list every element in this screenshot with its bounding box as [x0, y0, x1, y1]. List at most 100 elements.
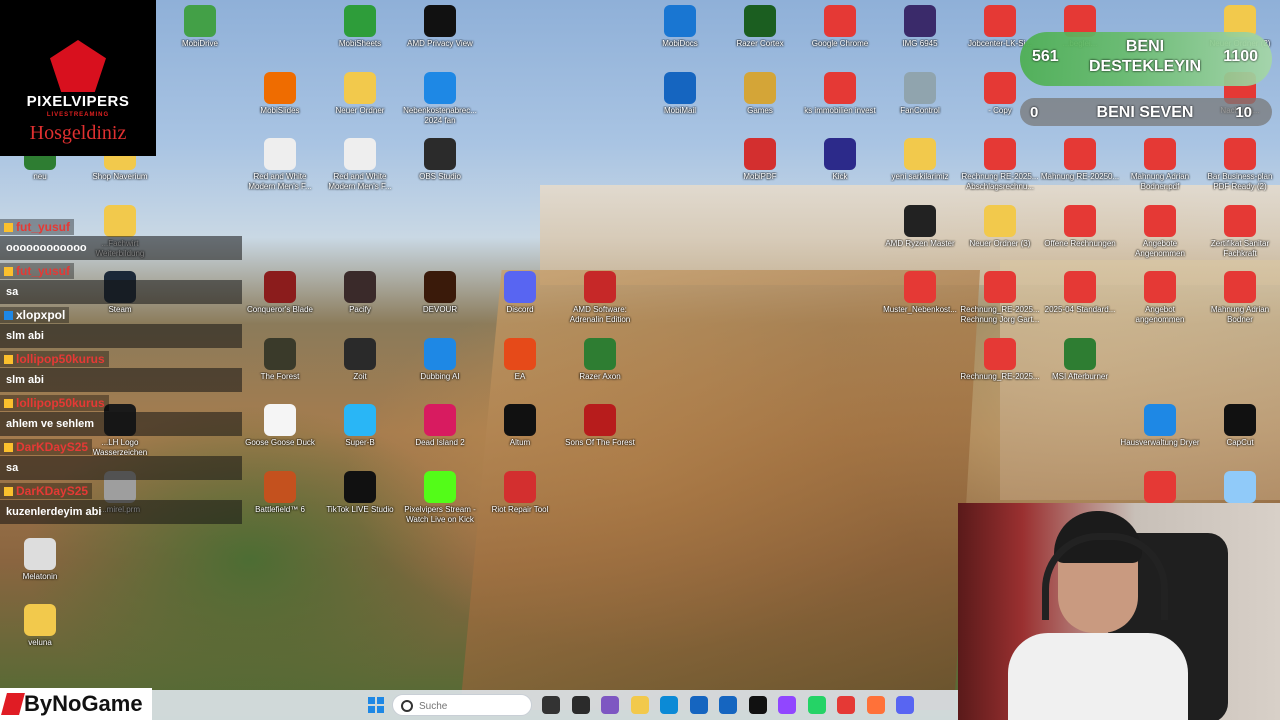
chrome-icon[interactable]: [837, 696, 855, 714]
desktop-icon[interactable]: Angebote Angenommen: [1120, 205, 1200, 271]
desktop-icon[interactable]: Pacify: [320, 271, 400, 337]
desktop-icon[interactable]: EA: [480, 338, 560, 404]
desktop-icon[interactable]: 2025-04 Standard...: [1040, 271, 1120, 337]
desktop-icon-label: Rechnung_RE-2025...: [960, 372, 1040, 381]
chat-username: DarKDayS25: [0, 483, 93, 499]
desktop-icon[interactable]: Red and White Modern Men's F...: [240, 138, 320, 204]
desktop-icon[interactable]: MSI Afterburner: [1040, 338, 1120, 404]
desktop-icon[interactable]: MobiSheets: [320, 5, 400, 71]
devour-icon: [424, 271, 456, 303]
bynogame-mark-icon: [1, 693, 25, 715]
firefox-icon[interactable]: [866, 696, 885, 714]
file-explorer-icon[interactable]: [630, 696, 649, 714]
desktop-icon[interactable]: Offene Rechnungen: [1040, 205, 1120, 271]
desktop-icon[interactable]: Games: [720, 72, 800, 138]
desktop-icon[interactable]: Altum: [480, 404, 560, 470]
image-file-icon: [344, 138, 376, 170]
desktop-icon[interactable]: TikTok LIVE Studio: [320, 471, 400, 537]
desktop-icon[interactable]: MobiSlides: [240, 72, 320, 138]
desktop-icon[interactable]: Melatonin: [0, 538, 80, 604]
desktop-icon[interactable]: AMD Software: Adrenalin Edition: [560, 271, 640, 337]
task-view-icon[interactable]: [542, 696, 560, 714]
desktop-icon-label: Neuer Ordner: [335, 106, 385, 115]
desktop-icon[interactable]: ks immobilien invest: [800, 72, 880, 138]
desktop-icon-label: Hausverwaltung Dryer: [1120, 438, 1200, 447]
desktop-icon[interactable]: Mahnung RE-20250...: [1040, 138, 1120, 204]
mail-icon[interactable]: [719, 696, 737, 714]
desktop-icon[interactable]: IMG 6945: [880, 5, 960, 71]
obs-icon[interactable]: [571, 696, 590, 714]
desktop-icon[interactable]: Battlefield™ 6: [240, 471, 320, 537]
desktop-icon-label: Kick: [832, 172, 848, 181]
desktop-icon[interactable]: FanControl: [880, 72, 960, 138]
desktop-icon[interactable]: Sons Of The Forest: [560, 404, 640, 470]
desktop-icon[interactable]: MobiDrive: [160, 5, 240, 71]
desktop-icon[interactable]: AMD Ryzen Master: [880, 205, 960, 271]
desktop-icon[interactable]: Discord: [480, 271, 560, 337]
desktop-icon[interactable]: Razer Axon: [560, 338, 640, 404]
desktop-icon[interactable]: Pixelvipers Stream - Watch Live on Kick: [400, 471, 480, 537]
desktop-icon-label: veluna: [28, 638, 52, 647]
desktop-icon[interactable]: Google Chrome: [800, 5, 880, 71]
desktop-icon[interactable]: Conqueror's Blade: [240, 271, 320, 337]
desktop-icon[interactable]: Dubbing AI: [400, 338, 480, 404]
desktop-icon[interactable]: Neuer Ordner (3): [960, 205, 1040, 271]
desktop-icon[interactable]: CapCut: [1200, 404, 1280, 470]
viper-logo-icon: [50, 40, 106, 92]
desktop-icon[interactable]: Bar Business-plan PDF Ready (2): [1200, 138, 1280, 204]
mobidocs-icon: [664, 5, 696, 37]
desktop-icon[interactable]: Razer Cortex: [720, 5, 800, 71]
taskbar-search[interactable]: [392, 694, 532, 716]
desktop-icon[interactable]: Goose Goose Duck: [240, 404, 320, 470]
desktop-icon-label: Mahnung Adrian Bodner: [1210, 305, 1270, 324]
recycle-bin-icon: [1224, 471, 1256, 503]
desktop-icon[interactable]: Zoit: [320, 338, 400, 404]
chat-message: xlopxpol slm abi: [0, 306, 242, 348]
desktop-icon[interactable]: Dead Island 2: [400, 404, 480, 470]
chat-username: DarKDayS25: [0, 439, 93, 455]
desktop-icon[interactable]: DEVOUR: [400, 271, 480, 337]
tiktok-icon[interactable]: [748, 696, 767, 714]
desktop-icon[interactable]: Kick: [800, 138, 880, 204]
desktop-icon[interactable]: Super-B: [320, 404, 400, 470]
desktop-icon[interactable]: Muster_Nebenkost...: [880, 271, 960, 337]
desktop-icon[interactable]: MobiMail: [640, 72, 720, 138]
desktop-icon[interactable]: Mahnung Adrian Bodner.pdf: [1120, 138, 1200, 204]
desktop-icon[interactable]: AMD Privacy View: [400, 5, 480, 71]
twitch-icon[interactable]: [778, 696, 796, 714]
desktop-icon[interactable]: The Forest: [240, 338, 320, 404]
desktop-icon[interactable]: Rechnung_RE-2025... Rechnung Jorg Gart..…: [960, 271, 1040, 337]
support-current: 561: [1032, 48, 1059, 65]
bynogame-logo: ByNoGame: [0, 688, 152, 720]
desktop-icon[interactable]: veluna: [0, 604, 80, 670]
chat-text: slm abi: [0, 368, 242, 392]
store-icon[interactable]: [689, 696, 708, 714]
desktop-icon[interactable]: Angebot angenommen: [1120, 271, 1200, 337]
edge-icon[interactable]: [660, 696, 678, 714]
desktop-icon[interactable]: Rechnung RE-2025... Abschlagsrechnu...: [960, 138, 1040, 204]
desktop-icon[interactable]: Red and White Modern Men's F...: [320, 138, 400, 204]
desktop-icon[interactable]: Nebenkostenabrec... 2024 fan: [400, 72, 480, 138]
search-input[interactable]: [417, 697, 531, 715]
desktop-icon[interactable]: yeni sarkilarimiz: [880, 138, 960, 204]
copilot-icon[interactable]: [601, 696, 619, 714]
desktop-icon[interactable]: Riot Repair Tool: [480, 471, 560, 537]
desktop-icon[interactable]: Hausverwaltung Dryer: [1120, 404, 1200, 470]
desktop-icon[interactable]: Rechnung_RE-2025...: [960, 338, 1040, 404]
desktop-icon-label: Red and White Modern Men's F...: [328, 172, 392, 191]
desktop-icon[interactable]: Mahnung Adrian Bodner: [1200, 271, 1280, 337]
msi-afterburner-icon: [1064, 338, 1096, 370]
desktop-icon[interactable]: Zertifikat Sanitar Fachkraft: [1200, 205, 1280, 271]
discord-icon[interactable]: [896, 696, 914, 714]
desktop-icon[interactable]: Neuer Ordner: [320, 72, 400, 138]
desktop-icon[interactable]: MobiDocs: [640, 5, 720, 71]
chrome-icon: [984, 338, 1016, 370]
amd-software-icon: [584, 271, 616, 303]
chrome-icon: [1064, 271, 1096, 303]
desktop-icon-label: Nebenkostenabrec... 2024 fan: [403, 106, 477, 125]
whatsapp-icon[interactable]: [807, 696, 826, 714]
windows-start-icon[interactable]: [368, 697, 384, 713]
desktop-icon[interactable]: MobiPDF: [720, 138, 800, 204]
folder-icon: [24, 604, 56, 636]
desktop-icon[interactable]: OBS Studio: [400, 138, 480, 204]
